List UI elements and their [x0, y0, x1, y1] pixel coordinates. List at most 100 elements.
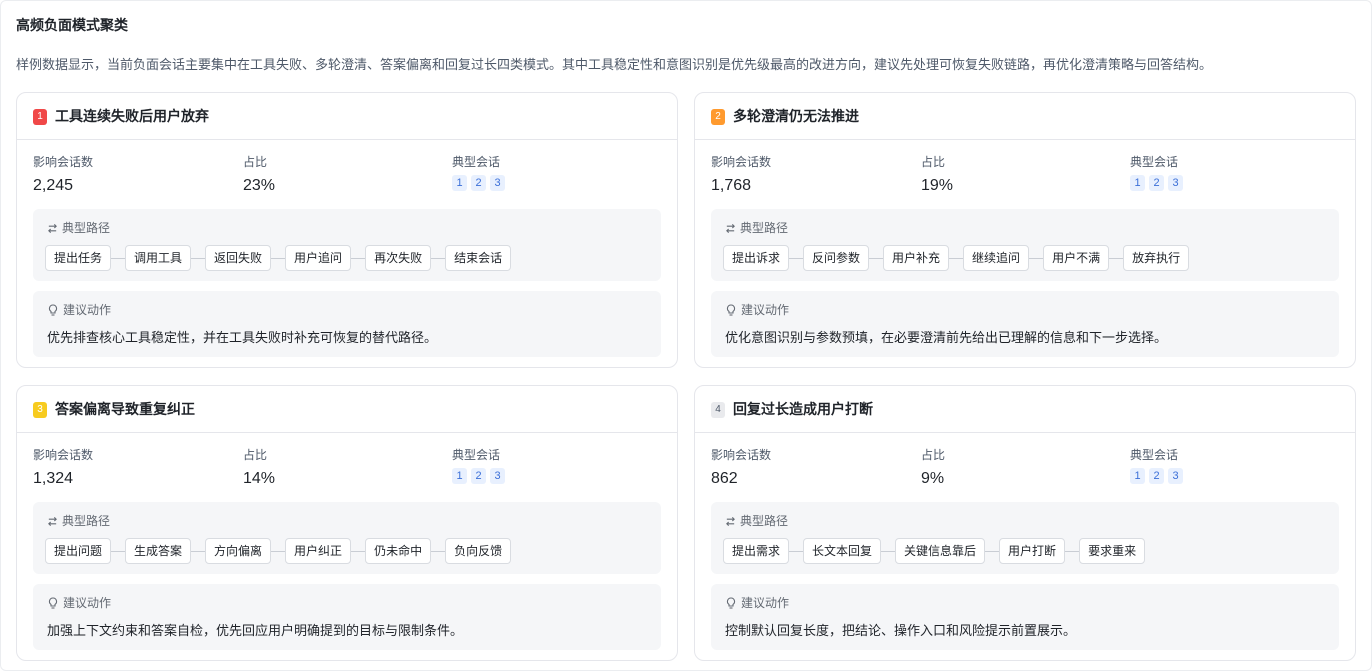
page-title: 高频负面模式聚类 — [16, 18, 128, 34]
metric-label: 占比 — [243, 448, 268, 462]
path-step: 用户纠正 — [285, 538, 352, 564]
metric-label: 影响会话数 — [33, 448, 94, 462]
swap-arrows-icon — [47, 223, 58, 234]
path-step: 反问参数 — [803, 245, 870, 271]
cluster-card-header: 3 答案偏离导致重复纠正 — [17, 386, 677, 433]
path-connector — [351, 550, 366, 552]
metric-label: 典型会话 — [452, 155, 501, 169]
path-step: 用户补充 — [883, 245, 950, 271]
metric-affected: 影响会话数 1,768 — [711, 153, 771, 197]
path-connector — [1065, 550, 1080, 552]
cluster-card-header: 4 回复过长造成用户打断 — [695, 386, 1355, 433]
rank-badge: 4 — [711, 402, 725, 418]
path-step: 返回失败 — [205, 245, 272, 271]
metric-value: 1,324 — [33, 470, 74, 487]
metric-label: 占比 — [921, 448, 946, 462]
metric-value: 19% — [921, 177, 954, 194]
path-step: 仍未命中 — [365, 538, 432, 564]
lightbulb-icon — [47, 304, 59, 316]
metric-value: 2,245 — [33, 177, 74, 194]
rank-badge: 1 — [33, 109, 47, 125]
path-step: 放弃执行 — [1123, 245, 1190, 271]
suggested-action-box: 建议动作 优化意图识别与参数预填，在必要澄清前先给出已理解的信息和下一步选择。 — [711, 291, 1339, 357]
swap-arrows-icon — [725, 223, 736, 234]
session-link[interactable]: 2 — [1149, 175, 1164, 191]
path-step: 要求重来 — [1079, 538, 1146, 564]
path-step: 负向反馈 — [445, 538, 512, 564]
path-step: 用户打断 — [999, 538, 1066, 564]
session-link[interactable]: 1 — [1130, 175, 1145, 191]
session-link[interactable]: 1 — [452, 175, 467, 191]
box-label-text: 建议动作 — [63, 596, 112, 610]
session-link[interactable]: 2 — [1149, 468, 1164, 484]
action-text: 优化意图识别与参数预填，在必要澄清前先给出已理解的信息和下一步选择。 — [725, 331, 1168, 346]
metric-typical-sessions: 典型会话 1 2 3 — [1130, 446, 1183, 484]
session-list: 1 2 3 — [452, 175, 505, 191]
metric-ratio: 占比 9% — [921, 446, 945, 490]
lightbulb-icon — [725, 597, 737, 609]
metric-label: 影响会话数 — [711, 448, 772, 462]
session-link[interactable]: 1 — [1130, 468, 1145, 484]
cluster-card-1: 1 工具连续失败后用户放弃 影响会话数 2,245 占比 23% 典型会话 1 … — [16, 92, 678, 368]
path-step: 长文本回复 — [803, 538, 882, 564]
metric-ratio: 占比 14% — [243, 446, 275, 490]
path-step: 再次失败 — [365, 245, 432, 271]
path-connector — [789, 257, 804, 259]
session-link[interactable]: 3 — [490, 175, 505, 191]
swap-arrows-icon — [725, 516, 736, 527]
session-link[interactable]: 1 — [452, 468, 467, 484]
box-label-text: 建议动作 — [741, 596, 790, 610]
typical-path-box: 典型路径 提出需求 长文本回复 关键信息靠后 用户打断 要求重来 — [711, 502, 1339, 574]
path-steps: 提出需求 长文本回复 关键信息靠后 用户打断 要求重来 — [723, 538, 1146, 564]
path-step: 用户追问 — [285, 245, 352, 271]
path-connector — [1109, 257, 1124, 259]
path-step: 用户不满 — [1043, 245, 1110, 271]
box-label-text: 典型路径 — [740, 514, 789, 528]
path-steps: 提出诉求 反问参数 用户补充 继续追问 用户不满 放弃执行 — [723, 245, 1190, 271]
path-step: 提出需求 — [723, 538, 790, 564]
box-label-text: 典型路径 — [62, 514, 111, 528]
metric-affected: 影响会话数 2,245 — [33, 153, 93, 197]
path-connector — [111, 257, 126, 259]
path-connector — [191, 550, 206, 552]
cluster-card-2: 2 多轮澄清仍无法推进 影响会话数 1,768 占比 19% 典型会话 1 2 … — [694, 92, 1356, 368]
metric-typical-sessions: 典型会话 1 2 3 — [452, 153, 505, 191]
box-label-text: 建议动作 — [63, 303, 112, 317]
path-connector — [111, 550, 126, 552]
metric-affected: 影响会话数 1,324 — [33, 446, 93, 490]
cluster-card-3: 3 答案偏离导致重复纠正 影响会话数 1,324 占比 14% 典型会话 1 2… — [16, 385, 678, 661]
metric-typical-sessions: 典型会话 1 2 3 — [1130, 153, 1183, 191]
session-link[interactable]: 2 — [471, 175, 486, 191]
cluster-title: 工具连续失败后用户放弃 — [55, 109, 209, 125]
session-link[interactable]: 3 — [1168, 468, 1183, 484]
metric-affected: 影响会话数 862 — [711, 446, 771, 490]
path-connector — [789, 550, 804, 552]
session-link[interactable]: 2 — [471, 468, 486, 484]
path-step: 生成答案 — [125, 538, 192, 564]
typical-path-box: 典型路径 提出诉求 反问参数 用户补充 继续追问 用户不满 放弃执行 — [711, 209, 1339, 281]
rank-badge: 2 — [711, 109, 725, 125]
session-list: 1 2 3 — [1130, 468, 1183, 484]
cluster-title: 答案偏离导致重复纠正 — [55, 402, 195, 418]
box-label-text: 建议动作 — [741, 303, 790, 317]
metric-label: 影响会话数 — [33, 155, 94, 169]
summary-text: 样例数据显示，当前负面会话主要集中在工具失败、多轮澄清、答案偏离和回复过长四类模… — [16, 58, 1213, 73]
path-connector — [869, 257, 884, 259]
action-text: 控制默认回复长度，把结论、操作入口和风险提示前置展示。 — [725, 624, 1077, 639]
metric-ratio: 占比 19% — [921, 153, 953, 197]
path-step: 提出诉求 — [723, 245, 790, 271]
path-step: 提出问题 — [45, 538, 112, 564]
action-text: 加强上下文约束和答案自检，优先回应用户明确提到的目标与限制条件。 — [47, 624, 464, 639]
path-connector — [271, 257, 286, 259]
metric-label: 占比 — [921, 155, 946, 169]
suggested-action-box: 建议动作 加强上下文约束和答案自检，优先回应用户明确提到的目标与限制条件。 — [33, 584, 661, 650]
session-list: 1 2 3 — [1130, 175, 1183, 191]
path-connector — [881, 550, 896, 552]
path-steps: 提出问题 生成答案 方向偏离 用户纠正 仍未命中 负向反馈 — [45, 538, 512, 564]
path-step: 结束会话 — [445, 245, 512, 271]
suggested-action-box: 建议动作 控制默认回复长度，把结论、操作入口和风险提示前置展示。 — [711, 584, 1339, 650]
session-link[interactable]: 3 — [1168, 175, 1183, 191]
path-connector — [1029, 257, 1044, 259]
metric-label: 影响会话数 — [711, 155, 772, 169]
session-link[interactable]: 3 — [490, 468, 505, 484]
